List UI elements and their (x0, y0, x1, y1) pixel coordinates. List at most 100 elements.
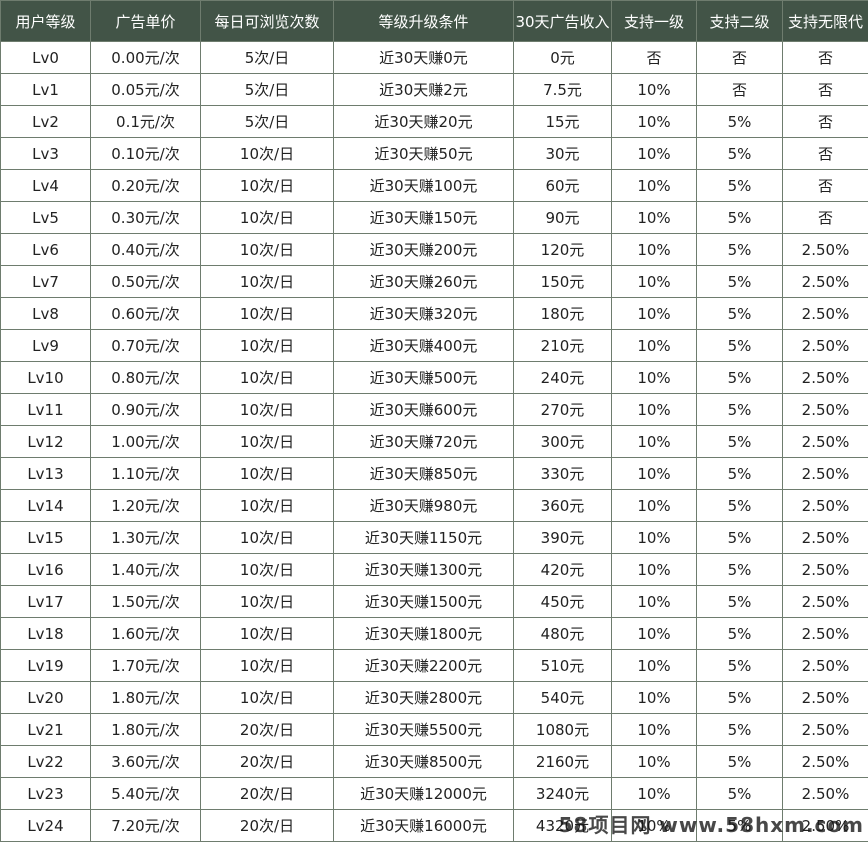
table-cell: 420元 (514, 554, 612, 586)
table-cell: 270元 (514, 394, 612, 426)
table-cell: Lv2 (1, 106, 91, 138)
table-cell: 2.50% (783, 554, 868, 586)
table-cell: Lv21 (1, 714, 91, 746)
table-cell: 否 (783, 138, 868, 170)
table-cell: 240元 (514, 362, 612, 394)
level-table: 用户等级广告单价每日可浏览次数等级升级条件30天广告收入支持一级支持二级支持无限… (0, 0, 868, 842)
table-cell: 480元 (514, 618, 612, 650)
table-row: Lv40.20元/次10次/日近30天赚100元60元10%5%否 (1, 170, 868, 202)
table-cell: 5% (697, 746, 783, 778)
table-cell: 450元 (514, 586, 612, 618)
table-cell: 150元 (514, 266, 612, 298)
table-cell: 2.50% (783, 298, 868, 330)
table-row: Lv191.70元/次10次/日近30天赚2200元510元10%5%2.50% (1, 650, 868, 682)
table-cell: Lv4 (1, 170, 91, 202)
table-cell: 2.50% (783, 426, 868, 458)
table-cell: 5% (697, 554, 783, 586)
table-cell: 近30天赚400元 (334, 330, 514, 362)
table-cell: 近30天赚600元 (334, 394, 514, 426)
table-cell: Lv15 (1, 522, 91, 554)
column-header: 支持一级 (612, 1, 697, 42)
table-cell: Lv20 (1, 682, 91, 714)
header-row: 用户等级广告单价每日可浏览次数等级升级条件30天广告收入支持一级支持二级支持无限… (1, 1, 868, 42)
table-cell: 10次/日 (201, 266, 334, 298)
table-cell: Lv14 (1, 490, 91, 522)
table-cell: 5% (697, 650, 783, 682)
table-cell: 5次/日 (201, 42, 334, 74)
table-cell: 2.50% (783, 458, 868, 490)
table-cell: Lv5 (1, 202, 91, 234)
table-cell: 10% (612, 234, 697, 266)
table-row: Lv151.30元/次10次/日近30天赚1150元390元10%5%2.50% (1, 522, 868, 554)
table-row: Lv20.1元/次5次/日近30天赚20元15元10%5%否 (1, 106, 868, 138)
table-cell: 0.30元/次 (91, 202, 201, 234)
table-row: Lv30.10元/次10次/日近30天赚50元30元10%5%否 (1, 138, 868, 170)
table-cell: 10次/日 (201, 298, 334, 330)
table-cell: 近30天赚2800元 (334, 682, 514, 714)
table-cell: 5.40元/次 (91, 778, 201, 810)
table-cell: 否 (697, 74, 783, 106)
table-cell: 0.50元/次 (91, 266, 201, 298)
table-row: Lv131.10元/次10次/日近30天赚850元330元10%5%2.50% (1, 458, 868, 490)
table-cell: 近30天赚12000元 (334, 778, 514, 810)
table-cell: 10% (612, 714, 697, 746)
table-cell: 3.60元/次 (91, 746, 201, 778)
table-cell: 10次/日 (201, 586, 334, 618)
table-cell: 90元 (514, 202, 612, 234)
table-cell: 否 (783, 170, 868, 202)
table-cell: 5% (697, 330, 783, 362)
table-cell: 10% (612, 330, 697, 362)
column-header: 广告单价 (91, 1, 201, 42)
table-cell: 300元 (514, 426, 612, 458)
table-cell: 近30天赚720元 (334, 426, 514, 458)
table-cell: 否 (697, 42, 783, 74)
table-cell: 5% (697, 394, 783, 426)
table-cell: 10次/日 (201, 490, 334, 522)
table-cell: 10% (612, 586, 697, 618)
table-cell: 5% (697, 426, 783, 458)
table-cell: 5% (697, 138, 783, 170)
table-cell: 10% (612, 426, 697, 458)
table-row: Lv60.40元/次10次/日近30天赚200元120元10%5%2.50% (1, 234, 868, 266)
table-cell: Lv1 (1, 74, 91, 106)
table-cell: 3240元 (514, 778, 612, 810)
table-cell: 0元 (514, 42, 612, 74)
table-cell: 5% (697, 522, 783, 554)
table-row: Lv70.50元/次10次/日近30天赚260元150元10%5%2.50% (1, 266, 868, 298)
table-cell: 2.50% (783, 746, 868, 778)
table-cell: 近30天赚100元 (334, 170, 514, 202)
table-row: Lv110.90元/次10次/日近30天赚600元270元10%5%2.50% (1, 394, 868, 426)
table-cell: Lv11 (1, 394, 91, 426)
table-cell: 近30天赚1500元 (334, 586, 514, 618)
table-cell: Lv16 (1, 554, 91, 586)
table-cell: 10% (612, 746, 697, 778)
table-cell: 15元 (514, 106, 612, 138)
table-cell: 0.00元/次 (91, 42, 201, 74)
table-cell: 210元 (514, 330, 612, 362)
table-cell: 10% (612, 106, 697, 138)
table-cell: 2.50% (783, 330, 868, 362)
table-cell: 10次/日 (201, 426, 334, 458)
column-header: 每日可浏览次数 (201, 1, 334, 42)
table-cell: 5% (697, 490, 783, 522)
table-cell: 0.60元/次 (91, 298, 201, 330)
table-cell: 10% (612, 394, 697, 426)
table-cell: 20次/日 (201, 746, 334, 778)
table-cell: 5% (697, 778, 783, 810)
table-cell: 20次/日 (201, 714, 334, 746)
table-cell: 10% (612, 618, 697, 650)
table-cell: 5% (697, 106, 783, 138)
table-cell: 近30天赚16000元 (334, 810, 514, 842)
table-cell: 1.20元/次 (91, 490, 201, 522)
table-cell: 60元 (514, 170, 612, 202)
table-cell: 近30天赚980元 (334, 490, 514, 522)
table-cell: 10% (612, 778, 697, 810)
table-cell: 10% (612, 362, 697, 394)
table-row: Lv181.60元/次10次/日近30天赚1800元480元10%5%2.50% (1, 618, 868, 650)
table-cell: 10% (612, 170, 697, 202)
table-row: Lv121.00元/次10次/日近30天赚720元300元10%5%2.50% (1, 426, 868, 458)
table-cell: 120元 (514, 234, 612, 266)
table-cell: 5次/日 (201, 106, 334, 138)
table-cell: 10% (612, 266, 697, 298)
table-cell: 2.50% (783, 522, 868, 554)
